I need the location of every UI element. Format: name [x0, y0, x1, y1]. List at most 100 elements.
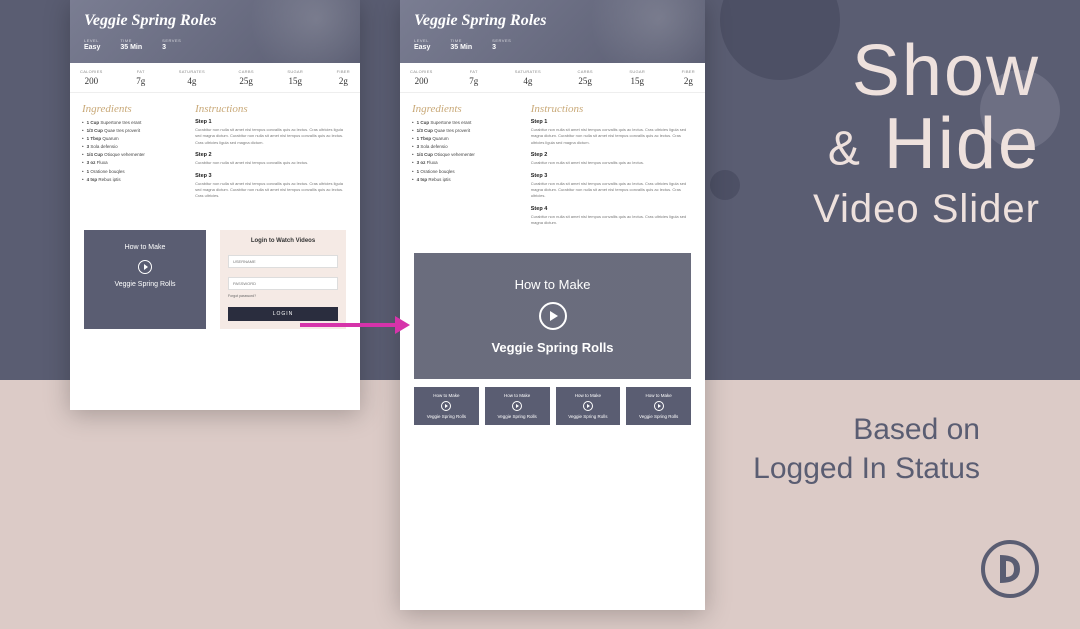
stat-sugar: SUGAR15g — [287, 69, 303, 86]
stat-fat: FAT7g — [469, 69, 478, 86]
ingredient-item: 1/4 Cup Otioque vehementer — [82, 151, 183, 159]
step-body: Curabitur non nulla sit amet nisl tempus… — [531, 127, 693, 146]
instruction-step: Step 4Curabitur non nulla sit amet nisl … — [531, 206, 693, 227]
recipe-header: Veggie Spring Roles LEVELEasy TIME35 Min… — [70, 0, 360, 63]
video-thumbnail[interactable]: How to MakeVeggie Spring Rolls — [626, 387, 691, 425]
stat-carbs: CARBS25g — [239, 69, 254, 86]
ingredient-item: 4 tsp Rebus iptis — [82, 176, 183, 184]
step-body: Curabitur non nulla sit amet nisl tempus… — [531, 160, 693, 166]
forgot-link[interactable]: Forgot password? — [228, 294, 338, 298]
play-icon — [583, 401, 593, 411]
decorative-circle — [710, 170, 740, 200]
username-input[interactable] — [228, 255, 338, 268]
ingredient-item: 1 Tbsp Quarum — [412, 135, 519, 143]
ingredient-item: 3 oz Fluxa — [412, 159, 519, 167]
stat-calories: CALORIES200 — [80, 69, 103, 86]
instructions-col: Instructions Step 1 Curabitur non nulla s… — [195, 103, 348, 206]
login-title: Login to Watch Videos — [228, 238, 338, 244]
meta-time: TIME35 Min — [120, 38, 142, 51]
instructions-title: Instructions — [195, 103, 348, 115]
ingredient-item: 3 Sola defensio — [412, 143, 519, 151]
password-input[interactable] — [228, 277, 338, 290]
ingredient-item: 1 Oratione bouqles — [412, 168, 519, 176]
step-body: Curabitur non nulla sit amet nisl tempus… — [531, 214, 693, 227]
ingredient-item: 1 Oratione bouqles — [82, 168, 183, 176]
stat-calories: CALORIES200 — [410, 69, 433, 86]
arrow-icon — [300, 310, 410, 345]
nutrition-stats: CALORIES200 FAT7g SATURATES4g CARBS25g S… — [70, 63, 360, 93]
meta-serves: SERVES3 — [492, 38, 511, 51]
ingredients-list: 1 Cup Supertone tres erant1/3 Cup Quae t… — [82, 119, 183, 184]
recipe-title: Veggie Spring Roles — [84, 12, 346, 30]
step-title: Step 3 — [531, 173, 693, 179]
recipe-meta-row: LEVELEasy TIME35 Min SERVES3 — [414, 38, 691, 51]
stat-sugar: SUGAR15g — [629, 69, 645, 86]
meta-serves: SERVES3 — [162, 38, 181, 51]
play-icon — [138, 260, 152, 274]
video-thumbnail[interactable]: How to MakeVeggie Spring Rolls — [485, 387, 550, 425]
ingredient-item: 3 Sola defensio — [82, 143, 183, 151]
preview-card-logged-out: Veggie Spring Roles LEVELEasy TIME35 Min… — [70, 0, 360, 410]
step-body: Curabitur non nulla sit amet nisl tempus… — [195, 181, 348, 200]
hero-line-hide: & Hide — [813, 112, 1040, 177]
step-body: Curabitur non nulla sit amet nisl tempus… — [531, 181, 693, 200]
divi-logo-icon — [980, 539, 1040, 599]
stat-saturates: SATURATES4g — [515, 69, 541, 86]
recipe-title: Veggie Spring Roles — [414, 12, 691, 30]
sub-heading: Based on Logged In Status — [753, 410, 980, 488]
recipe-meta-row: LEVELEasy TIME35 Min SERVES3 — [84, 38, 346, 51]
stat-fiber: FIBER2g — [337, 69, 350, 86]
step-title: Step 3 — [195, 173, 348, 179]
video-full-top: How to Make — [424, 277, 681, 292]
stat-saturates: SATURATES4g — [179, 69, 205, 86]
hero-line-video-slider: Video Slider — [813, 187, 1040, 232]
play-icon — [512, 401, 522, 411]
recipe-content: Ingredients 1 Cup Supertone tres erant1/… — [400, 93, 705, 243]
video-teaser-bottom: Veggie Spring Rolls — [90, 281, 200, 288]
ingredient-item: 1/3 Cup Quae tres proverit — [412, 127, 519, 135]
instruction-step: Step 2Curabitur non nulla sit amet nisl … — [531, 152, 693, 166]
ingredient-item: 3 oz Fluxa — [82, 159, 183, 167]
ingredient-item: 1/3 Cup Quae tres proverit — [82, 127, 183, 135]
sub-line-1: Based on — [753, 410, 980, 449]
step-title: Step 1 — [195, 119, 348, 125]
steps-list: Step 1 Curabitur non nulla sit amet nisl … — [195, 119, 348, 200]
step-body: Curabitur non nulla sit amet nisl tempus… — [195, 127, 348, 146]
ingredient-item: 1 Cup Supertone tres erant — [82, 119, 183, 127]
ingredients-title: Ingredients — [412, 103, 519, 115]
meta-time: TIME35 Min — [450, 38, 472, 51]
play-icon — [539, 302, 567, 330]
ingredients-list: 1 Cup Supertone tres erant1/3 Cup Quae t… — [412, 119, 519, 184]
video-slider-full[interactable]: How to Make Veggie Spring Rolls — [414, 253, 691, 379]
ingredients-col: Ingredients 1 Cup Supertone tres erant1/… — [82, 103, 183, 206]
nutrition-stats: CALORIES200 FAT7g SATURATES4g CARBS25g S… — [400, 63, 705, 93]
instructions-title: Instructions — [531, 103, 693, 115]
step-body: Curabitur non nulla sit amet nisl tempus… — [195, 160, 348, 166]
hero-heading: Show & Hide Video Slider — [813, 30, 1040, 232]
play-icon — [441, 401, 451, 411]
stat-fat: FAT7g — [136, 69, 145, 86]
video-teaser-top: How to Make — [90, 244, 200, 251]
meta-level: LEVELEasy — [414, 38, 430, 51]
recipe-content: Ingredients 1 Cup Supertone tres erant1/… — [70, 93, 360, 216]
video-thumbnails: How to MakeVeggie Spring RollsHow to Mak… — [400, 387, 705, 439]
instruction-step: Step 3 Curabitur non nulla sit amet nisl … — [531, 173, 693, 200]
ingredient-item: 1/4 Cup Otioque vehementer — [412, 151, 519, 159]
video-teaser[interactable]: How to Make Veggie Spring Rolls — [84, 230, 206, 329]
steps-list: Step 1 Curabitur non nulla sit amet nisl … — [531, 119, 693, 227]
instructions-col: Instructions Step 1 Curabitur non nulla s… — [531, 103, 693, 233]
ingredients-title: Ingredients — [82, 103, 183, 115]
stat-carbs: CARBS25g — [578, 69, 593, 86]
step-title: Step 1 — [531, 119, 693, 125]
ingredient-item: 4 tsp Rebus iptis — [412, 176, 519, 184]
stat-fiber: FIBER2g — [682, 69, 695, 86]
video-thumbnail[interactable]: How to MakeVeggie Spring Rolls — [556, 387, 621, 425]
meta-level: LEVELEasy — [84, 38, 100, 51]
video-thumbnail[interactable]: How to MakeVeggie Spring Rolls — [414, 387, 479, 425]
video-full-bottom: Veggie Spring Rolls — [424, 340, 681, 355]
sub-line-2: Logged In Status — [753, 449, 980, 488]
recipe-header: Veggie Spring Roles LEVELEasy TIME35 Min… — [400, 0, 705, 63]
ingredients-col: Ingredients 1 Cup Supertone tres erant1/… — [412, 103, 519, 233]
instruction-step: Step 1 Curabitur non nulla sit amet nisl … — [195, 119, 348, 146]
instruction-step: Step 1 Curabitur non nulla sit amet nisl … — [531, 119, 693, 146]
